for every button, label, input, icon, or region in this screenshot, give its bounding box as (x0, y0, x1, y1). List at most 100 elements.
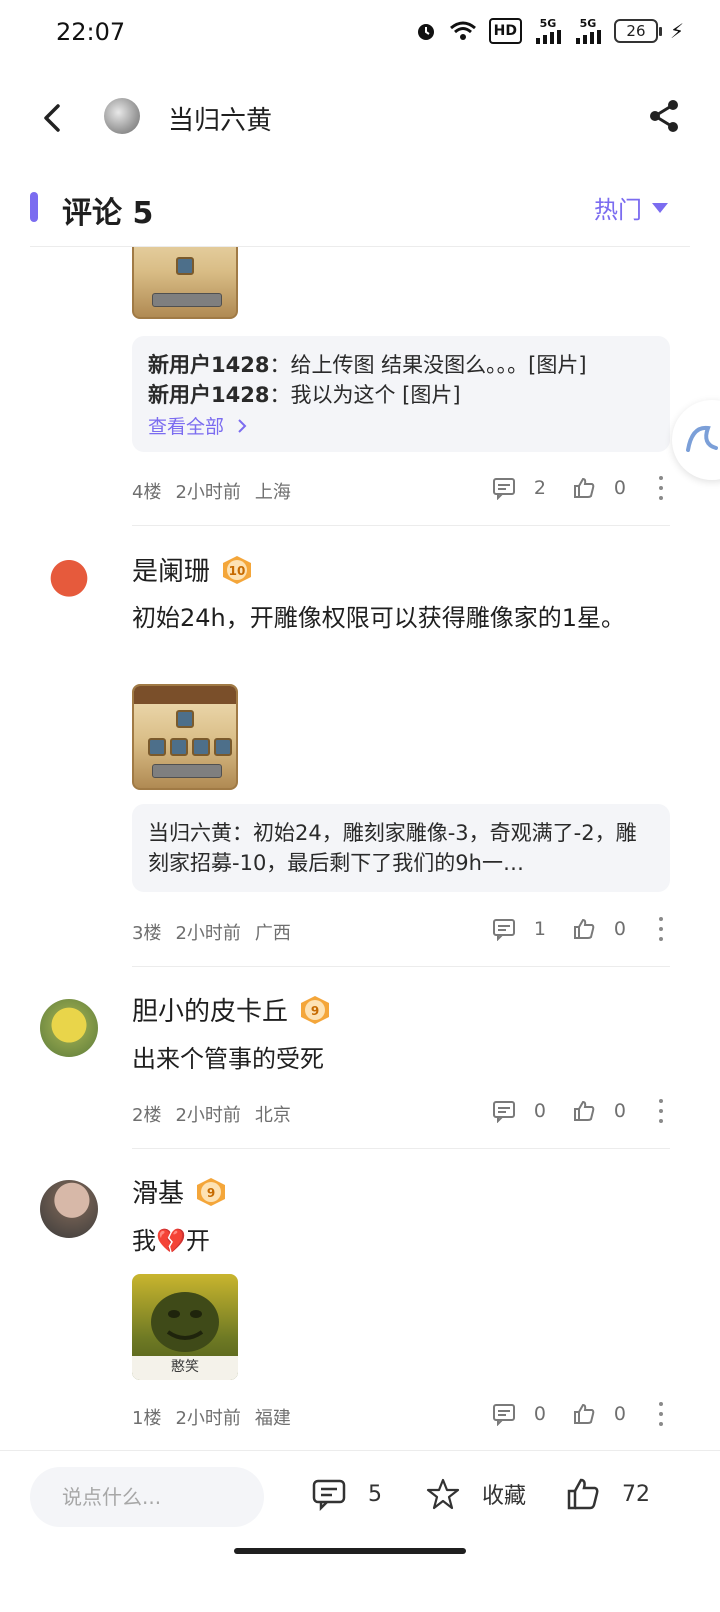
more-options-icon[interactable] (658, 917, 664, 941)
comment-actions: 0 0 (492, 1099, 664, 1123)
avatar[interactable] (40, 558, 98, 616)
comment-username[interactable]: 是阑珊 10 (132, 551, 254, 588)
divider (132, 525, 670, 526)
comment-time: 2小时前 (175, 923, 241, 944)
reply-username[interactable]: 新用户1428 (148, 353, 269, 377)
comment-meta: 4楼 2小时前 上海 (132, 478, 291, 504)
reply-icon[interactable] (492, 917, 516, 941)
hd-label: HD (493, 23, 517, 39)
see-all-replies-link[interactable]: 查看全部 (148, 412, 654, 439)
comment-time: 2小时前 (175, 1408, 241, 1429)
comment-actions: 0 0 (492, 1402, 664, 1426)
reply-text: ：给上传图 结果没图么。。。[图片] (269, 353, 587, 377)
like-count-total: 72 (622, 1481, 650, 1507)
monster-sticker-icon (151, 1292, 219, 1352)
comment-location: 上海 (254, 482, 291, 503)
comment-input[interactable]: 说点什么... (30, 1467, 264, 1527)
reply-line: 新用户1428：我以为这个 [图片] (148, 380, 654, 410)
charging-bolt-icon: ⚡ (669, 19, 684, 43)
share-icon (650, 100, 678, 132)
reply-icon[interactable] (492, 1402, 516, 1426)
favorite-label: 收藏 (482, 1484, 527, 1509)
reply-username[interactable]: 当归六黄 (148, 821, 232, 845)
avatar[interactable] (40, 999, 98, 1057)
reply-count: 0 (533, 1403, 546, 1425)
sticker-icon (686, 425, 718, 452)
comment-location: 北京 (254, 1105, 291, 1126)
reply-line: 当归六黄：初始24，雕刻家雕像-3，奇观满了-2，雕刻家招募-10，最后剩下了我… (148, 818, 654, 878)
reply-preview-box[interactable]: 当归六黄：初始24，雕刻家雕像-3，奇观满了-2，雕刻家招募-10，最后剩下了我… (132, 804, 670, 892)
comment-text: 初始24h，开雕像权限可以获得雕像家的1星。 (132, 604, 626, 632)
username-label: 胆小的皮卡丘 (132, 997, 289, 1027)
signal-5g-icon-1: 5G (534, 18, 562, 44)
status-bar: 22:07 HD 5G 5G 26 ⚡ (0, 0, 720, 64)
thumbs-up-icon[interactable] (572, 917, 596, 941)
reply-preview-box[interactable]: 新用户1428：给上传图 结果没图么。。。[图片] 新用户1428：我以为这个 … (132, 336, 670, 452)
hd-icon: HD (488, 18, 522, 44)
divider (132, 1148, 670, 1149)
more-options-icon[interactable] (658, 476, 664, 500)
more-options-icon[interactable] (658, 1402, 664, 1426)
comment-text: 我💔开 (132, 1227, 210, 1255)
floor-number: 2楼 (132, 1105, 162, 1126)
home-indicator[interactable] (234, 1548, 466, 1554)
post-author-name[interactable]: 当归六黄 (168, 100, 272, 137)
see-all-label: 查看全部 (148, 416, 225, 438)
reply-username[interactable]: 新用户1428 (148, 383, 269, 407)
battery-indicator: 26 (613, 19, 662, 43)
thumbs-up-icon[interactable] (572, 1099, 596, 1123)
author-avatar[interactable] (104, 98, 140, 134)
like-button[interactable]: 72 (566, 1477, 650, 1511)
comment-username[interactable]: 胆小的皮卡丘 9 (132, 991, 332, 1028)
floor-number: 4楼 (132, 482, 162, 503)
comment-actions: 1 0 (492, 917, 664, 941)
comment-image[interactable] (132, 247, 238, 319)
reply-text: ：我以为这个 [图片] (269, 383, 461, 407)
comment-image[interactable] (132, 684, 238, 790)
reply-icon[interactable] (492, 476, 516, 500)
comment-actions: 2 0 (492, 476, 664, 500)
share-button[interactable] (646, 98, 682, 134)
thumbs-up-icon[interactable] (572, 476, 596, 500)
favorite-button[interactable]: 收藏 (426, 1477, 526, 1511)
like-count: 0 (613, 477, 626, 499)
reply-count: 2 (533, 477, 546, 499)
thumbs-up-icon[interactable] (572, 1402, 596, 1426)
username-label: 是阑珊 (132, 557, 211, 587)
reply-icon[interactable] (492, 1099, 516, 1123)
chevron-right-icon (238, 418, 247, 433)
username-label: 滑基 (132, 1179, 185, 1209)
comment-location: 广西 (254, 923, 291, 944)
caret-down-icon (652, 202, 668, 213)
comments-header: 评论 5 热门 (0, 168, 720, 248)
level-badge-icon: 9 (301, 995, 330, 1024)
floating-sticker-button[interactable] (672, 400, 720, 480)
comment-count: 5 (368, 1481, 382, 1507)
like-count: 0 (613, 1403, 626, 1425)
level-badge-icon: 10 (223, 555, 252, 584)
sort-dropdown[interactable]: 热门 (594, 190, 668, 225)
comment-feed[interactable]: 新用户1428：给上传图 结果没图么。。。[图片] 新用户1428：我以为这个 … (0, 247, 720, 1447)
comment-meta: 3楼 2小时前 广西 (132, 919, 291, 945)
like-count: 0 (613, 918, 626, 940)
comment-image[interactable]: 憨笑 (132, 1274, 238, 1380)
divider (132, 966, 670, 967)
status-time: 22:07 (56, 18, 126, 46)
comments-button[interactable]: 5 (312, 1477, 382, 1511)
reply-count: 1 (533, 918, 546, 940)
comments-accent-bar (30, 192, 38, 222)
comment-icon (312, 1479, 346, 1511)
level-number: 9 (207, 1186, 215, 1200)
comment-meta: 2楼 2小时前 北京 (132, 1101, 291, 1127)
net-label-2: 5G (579, 17, 597, 30)
floor-number: 1楼 (132, 1408, 162, 1429)
more-options-icon[interactable] (658, 1099, 664, 1123)
back-button[interactable] (36, 96, 72, 140)
sort-label: 热门 (594, 196, 642, 224)
comment-username[interactable]: 滑基 9 (132, 1173, 228, 1210)
avatar[interactable] (40, 1180, 98, 1238)
sticker-caption: 憨笑 (132, 1356, 238, 1380)
level-badge-icon: 9 (197, 1177, 226, 1206)
floor-number: 3楼 (132, 923, 162, 944)
wifi-icon (449, 18, 477, 44)
